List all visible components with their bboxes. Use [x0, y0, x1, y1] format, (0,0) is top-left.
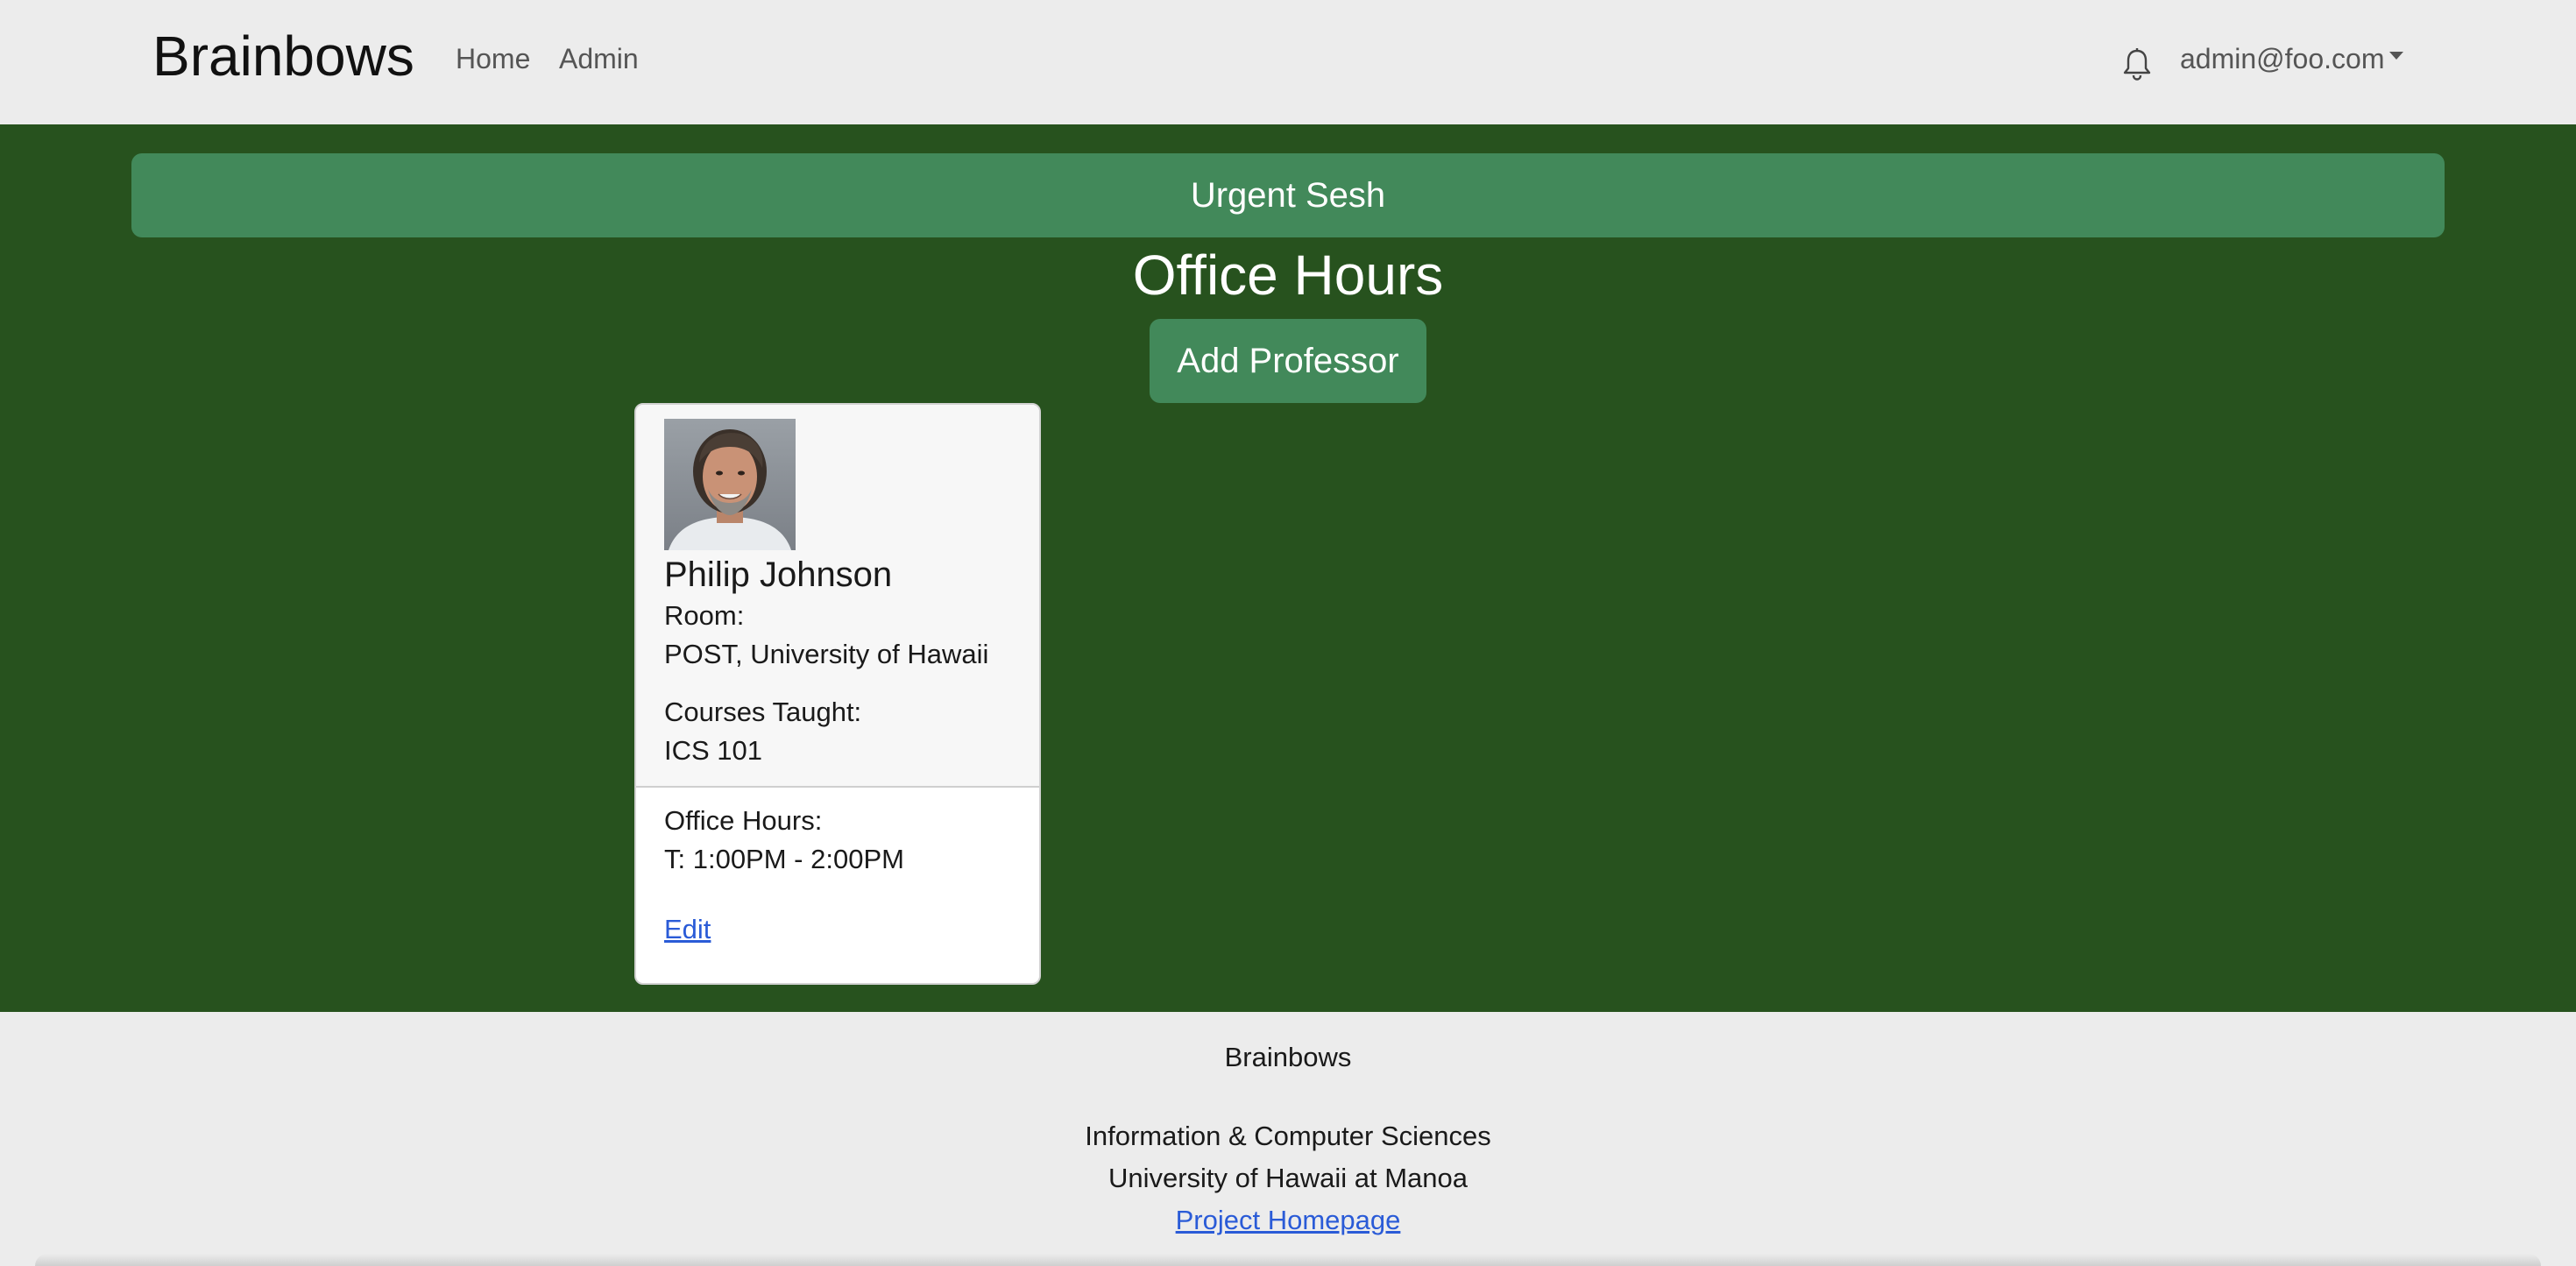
professor-card: Philip Johnson Room: POST, University of… [634, 403, 1041, 985]
professor-photo [664, 419, 796, 550]
footer: Brainbows Information & Computer Science… [0, 1012, 2576, 1266]
nav-link-home[interactable]: Home [456, 39, 530, 78]
room-value: POST, University of Hawaii [664, 639, 989, 669]
edit-link[interactable]: Edit [664, 911, 711, 948]
add-professor-button[interactable]: Add Professor [1150, 319, 1426, 403]
page-title: Office Hours [1132, 244, 1444, 307]
nav-link-admin[interactable]: Admin [559, 39, 639, 78]
navbar: Brainbows Home Admin admin@foo.com [0, 0, 2576, 124]
room-label: Room: [664, 600, 745, 631]
bell-icon[interactable] [2122, 47, 2152, 81]
footer-department: Information & Computer Sciences [1085, 1121, 1491, 1151]
footer-brand: Brainbows [1224, 1042, 1352, 1072]
caret-down-icon [2389, 51, 2404, 60]
courses-value: ICS 101 [664, 735, 763, 766]
main-content: Urgent Sesh Office Hours Add Professor P… [0, 124, 2576, 1012]
card-header: Philip Johnson Room: POST, University of… [636, 405, 1039, 788]
footer-shadow [35, 1254, 2541, 1266]
office-hours-label: Office Hours: [664, 805, 823, 836]
professor-name: Philip Johnson [664, 555, 893, 594]
project-homepage-link[interactable]: Project Homepage [1176, 1205, 1401, 1235]
user-menu-dropdown[interactable]: admin@foo.com [2180, 39, 2404, 78]
user-email: admin@foo.com [2180, 43, 2385, 74]
urgent-sesh-button[interactable]: Urgent Sesh [131, 153, 2445, 237]
office-hours-value: T: 1:00PM - 2:00PM [664, 844, 904, 874]
brand-logo[interactable]: Brainbows [152, 19, 414, 93]
courses-label: Courses Taught: [664, 697, 862, 727]
footer-university: University of Hawaii at Manoa [1108, 1163, 1468, 1193]
footer-homepage-link-row: Project Homepage [0, 1201, 2576, 1240]
